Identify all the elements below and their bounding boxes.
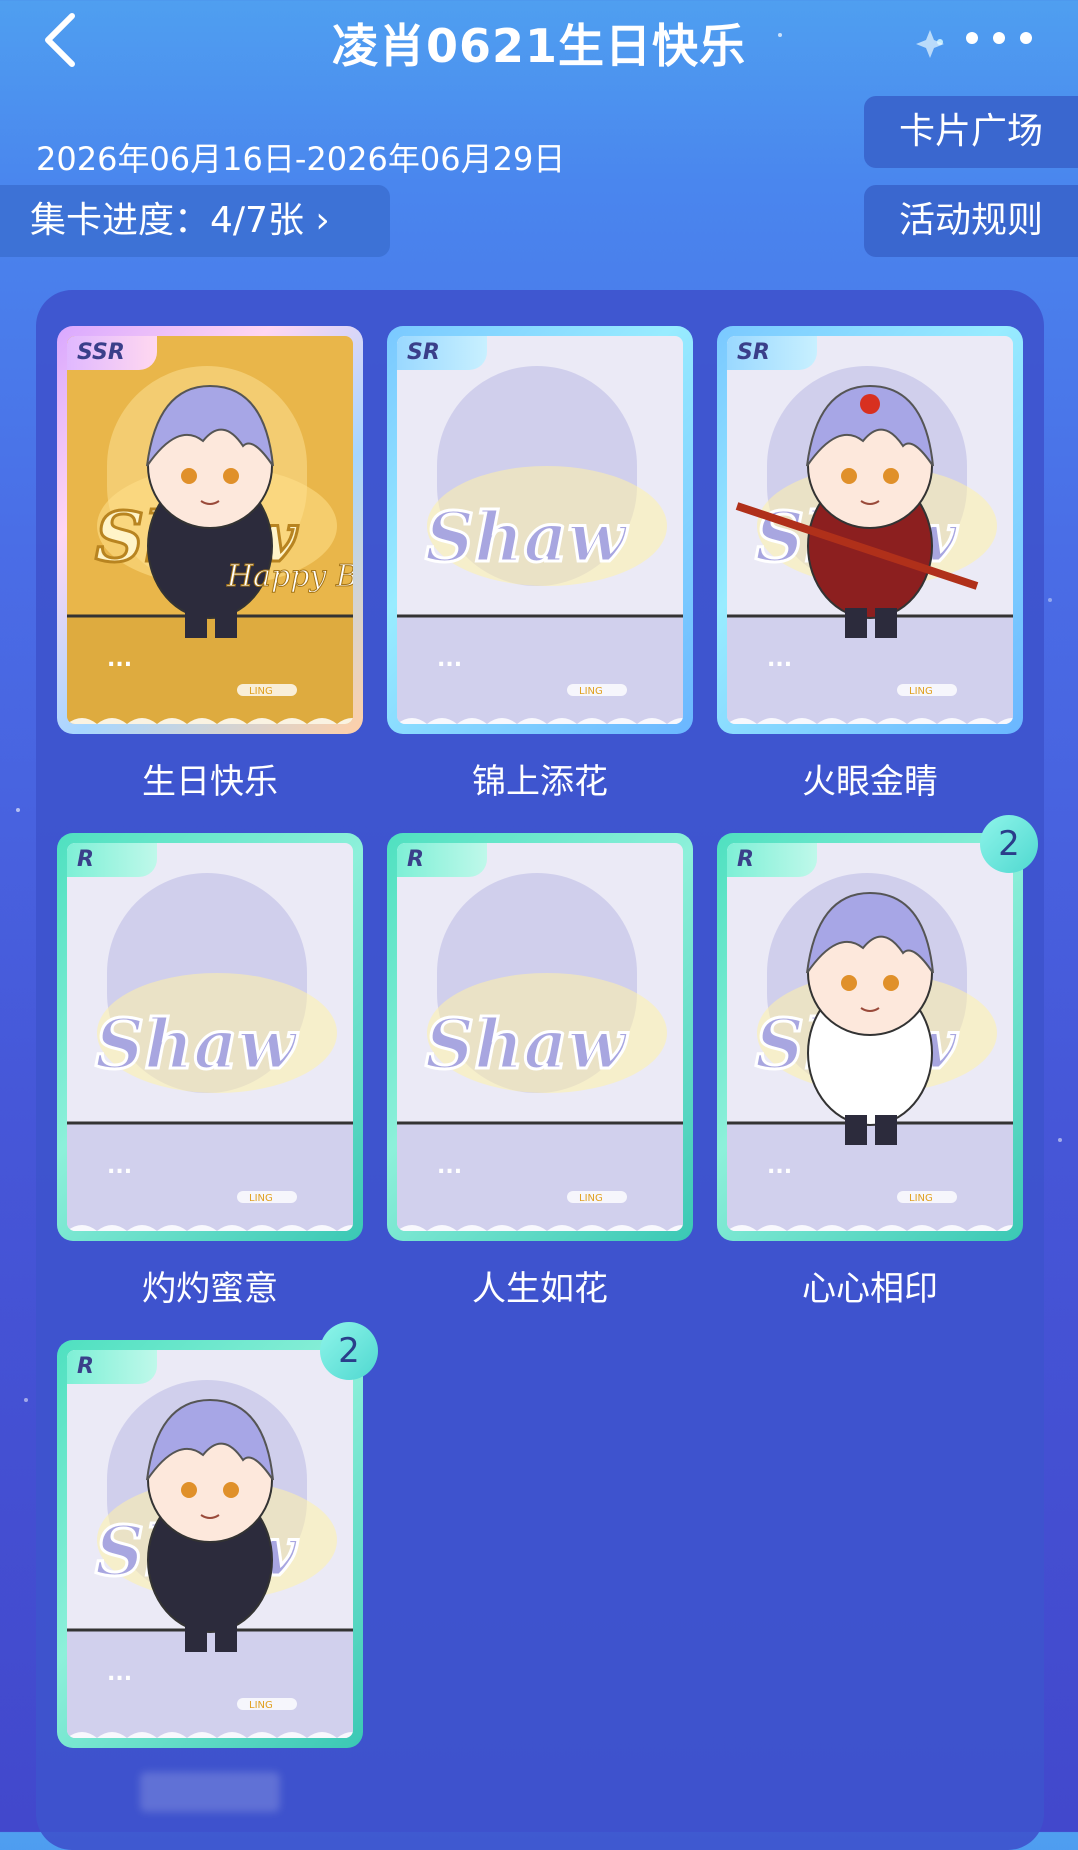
svg-text:...: ...	[767, 1154, 792, 1179]
card-illustration: Shaw ... LING	[727, 336, 1013, 724]
card-name-label: 生日快乐	[142, 762, 278, 802]
card-artwork: Shaw ... LING SR	[397, 336, 683, 724]
svg-text:LING: LING	[249, 686, 273, 697]
collection-card[interactable]: Shaw Happy Birthday ... LING SSR	[57, 326, 363, 734]
svg-text:LING: LING	[579, 1193, 603, 1204]
rarity-badge: SR	[727, 336, 817, 370]
card-artwork: Shaw ... LING R	[67, 1350, 353, 1738]
svg-text:Happy Birthday: Happy Birthday	[226, 559, 353, 594]
more-button[interactable]	[964, 30, 1034, 46]
svg-text:Shaw: Shaw	[95, 1005, 299, 1085]
collection-card[interactable]: Shaw ... LING R	[57, 833, 363, 1241]
svg-text:...: ...	[767, 647, 792, 672]
card-name-label: 火眼金睛	[802, 762, 938, 802]
card-illustration: Shaw ... LING	[397, 843, 683, 1231]
card-plaza-button[interactable]: 卡片广场	[864, 96, 1078, 168]
card-artwork: Shaw ... LING R	[397, 843, 683, 1231]
svg-text:LING: LING	[909, 686, 933, 697]
rarity-badge: R	[397, 843, 487, 877]
svg-text:LING: LING	[249, 1193, 273, 1204]
card-name-label: 人生如花	[472, 1269, 608, 1309]
card-name-blurred	[140, 1772, 280, 1812]
collection-progress-button[interactable]: 集卡进度：4/7张 ›	[0, 185, 390, 257]
rarity-badge: SR	[397, 336, 487, 370]
card-name-label: 锦上添花	[472, 762, 608, 802]
svg-text:...: ...	[107, 1154, 132, 1179]
event-date-range: 2026年06月16日-2026年06月29日	[36, 140, 566, 178]
card-illustration: Shaw ... LING	[67, 843, 353, 1231]
svg-text:LING: LING	[909, 1193, 933, 1204]
card-illustration: Shaw ... LING	[67, 1350, 353, 1738]
svg-text:...: ...	[437, 1154, 462, 1179]
more-dots-icon	[966, 32, 1032, 44]
rarity-badge: R	[67, 1350, 157, 1384]
rarity-badge: SSR	[67, 336, 157, 370]
card-illustration: Shaw Happy Birthday ... LING	[67, 336, 353, 724]
card-illustration: Shaw ... LING	[727, 843, 1013, 1231]
collection-card[interactable]: Shaw ... LING R	[387, 833, 693, 1241]
rarity-badge: R	[67, 843, 157, 877]
svg-text:LING: LING	[579, 686, 603, 697]
card-illustration: Shaw ... LING	[397, 336, 683, 724]
collection-card[interactable]: Shaw ... LING SR	[387, 326, 693, 734]
svg-text:...: ...	[107, 1661, 132, 1686]
card-artwork: Shaw ... LING R	[67, 843, 353, 1231]
collection-card[interactable]: Shaw ... LING SR	[717, 326, 1023, 734]
duplicate-count-badge: 2	[980, 815, 1038, 873]
rarity-badge: R	[727, 843, 817, 877]
duplicate-count-badge: 2	[320, 1322, 378, 1380]
page-title: 凌肖0621生日快乐	[331, 19, 747, 73]
svg-text:...: ...	[107, 647, 132, 672]
svg-text:...: ...	[437, 647, 462, 672]
top-nav-bar: 凌肖0621生日快乐	[0, 0, 1078, 80]
collection-card[interactable]: Shaw ... LING R	[717, 833, 1023, 1241]
activity-rules-button[interactable]: 活动规则	[864, 185, 1078, 257]
collection-card[interactable]: Shaw ... LING R	[57, 1340, 363, 1748]
svg-text:LING: LING	[249, 1700, 273, 1711]
svg-text:Shaw: Shaw	[425, 498, 629, 578]
card-name-label: 心心相印	[802, 1269, 938, 1309]
card-artwork: Shaw ... LING SR	[727, 336, 1013, 724]
card-artwork: Shaw ... LING R	[727, 843, 1013, 1231]
card-name-label: 灼灼蜜意	[142, 1269, 278, 1309]
svg-text:Shaw: Shaw	[425, 1005, 629, 1085]
card-artwork: Shaw Happy Birthday ... LING SSR	[67, 336, 353, 724]
